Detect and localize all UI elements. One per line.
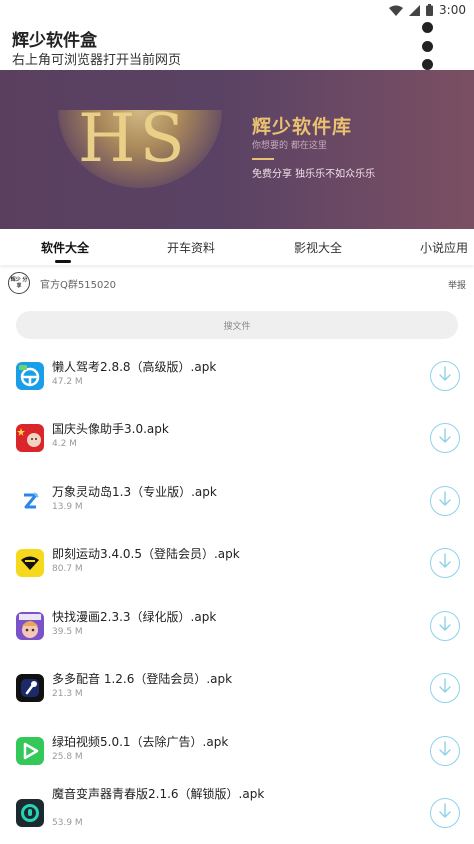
sport-icon — [16, 549, 44, 577]
notice-row: 辉少 分享 官方Q群515020 举报 — [0, 270, 474, 298]
download-button[interactable] — [430, 673, 460, 703]
menu-dot-icon — [421, 59, 433, 70]
list-item[interactable]: 国庆头像助手3.0.apk 4.2 M — [0, 406, 474, 468]
tab-indicator — [55, 260, 71, 263]
banner-sub: 你想要的 都在这里 — [252, 141, 327, 151]
list-item[interactable]: 多多配音 1.2.6（登陆会员）.apk 21.3 M — [0, 656, 474, 718]
search-input[interactable]: 搜文件 — [16, 311, 458, 339]
wifi-icon — [389, 5, 404, 16]
list-item[interactable]: 即刻运动3.4.0.5（登陆会员）.apk 80.7 M — [0, 531, 474, 593]
tab-movies[interactable]: 影视大全 — [294, 239, 342, 256]
file-size: 53.9 M — [52, 818, 83, 828]
file-size: 80.7 M — [52, 564, 83, 574]
file-name: 国庆头像助手3.0.apk — [52, 422, 169, 436]
download-arrow-icon — [438, 616, 452, 636]
flag-avatar-icon — [16, 424, 44, 452]
signal-icon — [409, 4, 421, 16]
microphone-icon — [16, 674, 44, 702]
download-arrow-icon — [438, 491, 452, 511]
file-size: 25.8 M — [52, 752, 83, 762]
battery-icon — [426, 4, 434, 16]
download-button[interactable] — [430, 361, 460, 391]
file-name: 即刻运动3.4.0.5（登陆会员）.apk — [52, 547, 240, 561]
file-name: 魔音变声器青春版2.1.6（解锁版）.apk — [52, 787, 265, 801]
banner[interactable]: HS 辉少软件库 你想要的 都在这里 免费分享 独乐乐不如众乐乐 — [0, 70, 474, 229]
download-button[interactable] — [430, 423, 460, 453]
download-arrow-icon — [438, 366, 452, 386]
tab-bar: 软件大全 开车资料 影视大全 小说应用 — [0, 229, 474, 265]
play-icon — [16, 737, 44, 765]
file-name: 万象灵动岛1.3（专业版）.apk — [52, 485, 217, 499]
app-title: 辉少软件盒 — [12, 31, 97, 51]
download-button[interactable] — [430, 798, 460, 828]
menu-dot-icon — [421, 40, 433, 52]
status-time: 3:00 — [439, 3, 466, 17]
banner-tagline: 免费分享 独乐乐不如众乐乐 — [252, 169, 376, 180]
report-link[interactable]: 举报 — [448, 278, 466, 291]
banner-divider — [252, 158, 274, 160]
app-header: 辉少软件盒 右上角可浏览器打开当前网页 — [0, 20, 474, 70]
voice-changer-icon — [16, 799, 44, 827]
download-button[interactable] — [430, 486, 460, 516]
menu-dot-icon — [421, 22, 433, 33]
file-name: 绿珀视频5.0.1（去除广告）.apk — [52, 735, 229, 749]
download-arrow-icon — [438, 428, 452, 448]
status-bar: 3:00 — [0, 0, 474, 20]
file-size: 13.9 M — [52, 502, 83, 512]
notice-text: 官方Q群515020 — [40, 280, 117, 291]
list-item[interactable]: 魔音变声器青春版2.1.6（解锁版）.apk 53.9 M — [0, 781, 474, 843]
app-subtitle: 右上角可浏览器打开当前网页 — [12, 53, 182, 68]
avatar: 辉少 分享 — [8, 272, 30, 294]
download-button[interactable] — [430, 548, 460, 578]
list-item[interactable]: 绿珀视频5.0.1（去除广告）.apk 25.8 M — [0, 719, 474, 781]
download-button[interactable] — [430, 611, 460, 641]
file-name: 多多配音 1.2.6（登陆会员）.apk — [52, 672, 233, 686]
download-button[interactable] — [430, 736, 460, 766]
overflow-menu-button[interactable] — [420, 22, 434, 70]
file-size: 47.2 M — [52, 377, 83, 387]
file-size: 21.3 M — [52, 689, 83, 699]
car-wheel-icon — [16, 362, 44, 390]
file-size: 39.5 M — [52, 627, 83, 637]
file-size: 4.2 M — [52, 439, 77, 449]
tab-software[interactable]: 软件大全 — [41, 239, 89, 256]
list-item[interactable]: 懒人驾考2.8.8（高级版）.apk 47.2 M — [0, 344, 474, 406]
banner-name: 辉少软件库 — [252, 116, 353, 138]
tab-novels[interactable]: 小说应用 — [420, 239, 468, 256]
comic-icon — [16, 612, 44, 640]
download-arrow-icon — [438, 741, 452, 761]
file-name: 懒人驾考2.8.8（高级版）.apk — [52, 360, 217, 374]
list-item[interactable]: 万象灵动岛1.3（专业版）.apk 13.9 M — [0, 469, 474, 531]
file-name: 快找漫画2.3.3（绿化版）.apk — [52, 610, 217, 624]
banner-logo: HS — [78, 100, 189, 177]
tab-resources[interactable]: 开车资料 — [167, 239, 215, 256]
island-z-icon — [16, 487, 44, 515]
list-item[interactable]: 快找漫画2.3.3（绿化版）.apk 39.5 M — [0, 594, 474, 656]
download-arrow-icon — [438, 678, 452, 698]
download-arrow-icon — [438, 803, 452, 823]
download-arrow-icon — [438, 553, 452, 573]
